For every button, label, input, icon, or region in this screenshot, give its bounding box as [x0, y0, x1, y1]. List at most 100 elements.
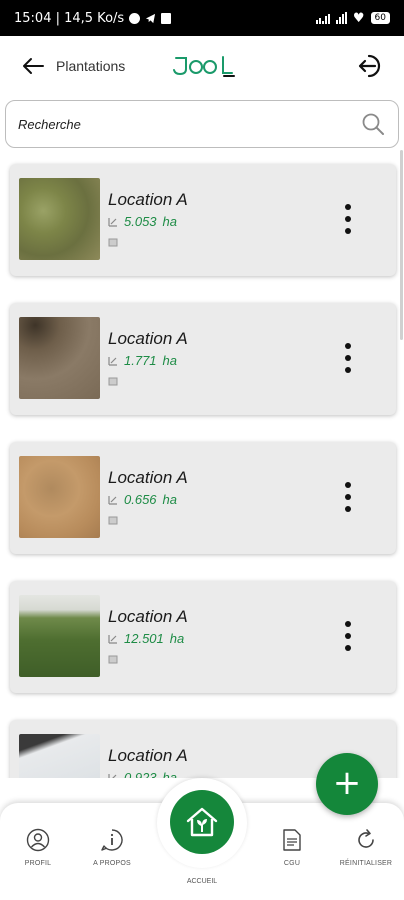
- telegram-icon: [146, 13, 156, 23]
- list-scrollbar[interactable]: [400, 150, 403, 340]
- plantation-card[interactable]: Location A 12.501 ha: [10, 581, 396, 693]
- dot-icon: [345, 494, 351, 500]
- area-row: 0.656 ha: [108, 492, 177, 507]
- nav-label-profil: PROFIL: [24, 860, 52, 867]
- calendar-icon: [108, 377, 118, 386]
- plantation-name: Location A: [108, 468, 188, 487]
- dot-icon: [345, 633, 351, 639]
- more-options-button[interactable]: [338, 343, 358, 373]
- area-icon: [108, 217, 117, 227]
- area-row: 1.771 ha: [108, 353, 177, 368]
- plantation-thumbnail: [19, 734, 100, 778]
- nav-reinitialiser[interactable]: RÉINITIALISER: [336, 827, 396, 867]
- plantation-area-value: 12.501: [124, 631, 164, 646]
- area-row: 12.501 ha: [108, 631, 184, 646]
- plantation-area-unit: ha: [162, 214, 178, 229]
- refresh-icon: [353, 827, 379, 853]
- nav-label-apropos: A PROPOS: [93, 860, 131, 867]
- profile-icon: [25, 827, 51, 853]
- document-icon: [279, 827, 305, 853]
- nav-label-reinitialiser: RÉINITIALISER: [339, 860, 393, 867]
- area-icon: [108, 773, 117, 778]
- plantation-area-value: 5.053: [124, 214, 157, 229]
- plantation-thumbnail: [19, 317, 100, 399]
- app-header: Plantations: [0, 36, 404, 96]
- back-button[interactable]: [16, 49, 50, 83]
- search-input[interactable]: [18, 116, 360, 132]
- dot-icon: [345, 228, 351, 234]
- area-row: 0.923 ha: [108, 770, 177, 778]
- dot-icon: [345, 621, 351, 627]
- signal-bars-2-icon: [335, 12, 347, 24]
- jool-logo: [172, 52, 236, 80]
- dot-icon: [345, 343, 351, 349]
- status-time: 15:04 | 14,5 Ko/s: [14, 10, 125, 26]
- search-bar: [5, 100, 399, 148]
- add-plantation-button[interactable]: +: [316, 753, 378, 815]
- extra-row: [108, 371, 118, 390]
- plantation-area-value: 0.656: [124, 492, 157, 507]
- calendar-icon: [108, 516, 118, 525]
- plantation-name: Location A: [108, 607, 188, 626]
- area-icon: [108, 495, 117, 505]
- area-row: 5.053 ha: [108, 214, 177, 229]
- plantation-name: Location A: [108, 746, 188, 765]
- status-left: 15:04 | 14,5 Ko/s: [14, 10, 172, 26]
- extra-row: [108, 649, 118, 668]
- calendar-icon: [108, 238, 118, 247]
- plantation-area-unit: ha: [162, 353, 178, 368]
- plantation-card[interactable]: Location A 1.771 ha: [10, 303, 396, 415]
- more-options-button[interactable]: [338, 482, 358, 512]
- status-bar: 15:04 | 14,5 Ko/s ♥ 60: [0, 0, 404, 36]
- plantation-thumbnail: [19, 456, 100, 538]
- area-icon: [108, 634, 117, 644]
- info-icon: [99, 827, 125, 853]
- more-options-button[interactable]: [338, 204, 358, 234]
- search-button[interactable]: [360, 111, 386, 137]
- dot-icon: [345, 216, 351, 222]
- dot-icon: [345, 355, 351, 361]
- plantation-card[interactable]: Location A 5.053 ha: [10, 164, 396, 276]
- plantation-area-unit: ha: [162, 770, 178, 778]
- home-plant-icon: [186, 807, 218, 837]
- dot-icon: [345, 204, 351, 210]
- nav-accueil[interactable]: [170, 790, 234, 854]
- extra-row: [108, 232, 118, 251]
- logo-icon: [173, 56, 235, 77]
- dot-icon: [345, 482, 351, 488]
- battery-icon: 60: [370, 12, 390, 24]
- wifi-icon: ♥: [352, 10, 365, 26]
- plantation-area-value: 0.923: [124, 770, 157, 778]
- arrow-left-icon: [23, 58, 44, 74]
- nav-label-accueil: ACCUEIL: [186, 878, 218, 885]
- plantation-thumbnail: [19, 595, 100, 677]
- nav-apropos[interactable]: A PROPOS: [82, 827, 142, 867]
- area-icon: [108, 356, 117, 366]
- logout-button[interactable]: [354, 49, 388, 83]
- plantation-name: Location A: [108, 190, 188, 209]
- dot-icon: [345, 645, 351, 651]
- plantation-area-unit: ha: [169, 631, 185, 646]
- signal-bars-icon: [315, 12, 330, 24]
- nav-label-cgu: CGU: [283, 860, 301, 867]
- extra-row: [108, 510, 118, 529]
- dot-icon: [345, 367, 351, 373]
- plantation-name: Location A: [108, 329, 188, 348]
- plantation-area-unit: ha: [162, 492, 178, 507]
- logout-icon: [358, 54, 381, 78]
- page-title: Plantations: [56, 58, 126, 74]
- notification-dot-icon: [129, 12, 141, 24]
- nav-cgu[interactable]: CGU: [262, 827, 322, 867]
- nav-profil[interactable]: PROFIL: [8, 827, 68, 867]
- plantation-list: Location A 5.053 ha Location A 1.771 ha …: [0, 150, 404, 778]
- notification-square-icon: [161, 12, 172, 24]
- more-options-button[interactable]: [338, 621, 358, 651]
- plus-icon: +: [332, 762, 362, 803]
- plantation-thumbnail: [19, 178, 100, 260]
- status-right: ♥ 60: [315, 10, 390, 26]
- calendar-icon: [108, 655, 118, 664]
- search-icon: [362, 113, 384, 135]
- dot-icon: [345, 506, 351, 512]
- plantation-card[interactable]: Location A 0.656 ha: [10, 442, 396, 554]
- plantation-area-value: 1.771: [124, 353, 157, 368]
